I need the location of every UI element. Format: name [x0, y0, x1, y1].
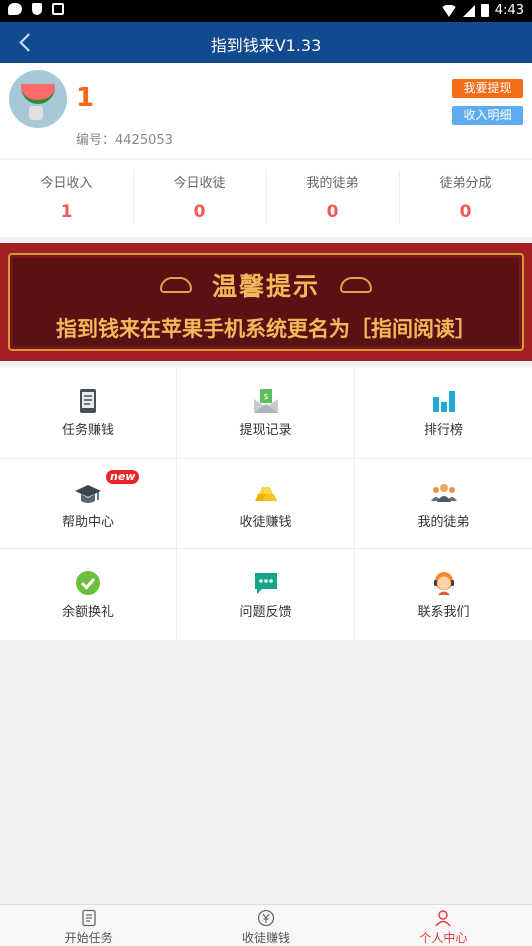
bar-chart-icon — [432, 391, 455, 412]
menu-item-label: 联系我们 — [417, 605, 470, 620]
stats-bar: 今日收入 1 今日收徒 0 我的徒弟 0 徒弟分成 0 — [0, 159, 532, 237]
check-badge-icon — [76, 571, 100, 595]
tab-label: 收徒赚钱 — [241, 931, 290, 945]
stat-today-income: 今日收入 1 — [0, 160, 133, 237]
status-icons-right: 4:43 — [440, 3, 524, 18]
stat-my-disciples: 我的徒弟 0 — [266, 160, 399, 237]
menu-grid: 任务赚钱 $ 提现记录 排行榜 new 帮助中心 收徒赚钱 我的徒弟 余额换礼 … — [0, 367, 532, 641]
notice-banner[interactable]: 温馨提示 指到钱来在苹果手机系统更名为［指间阅读］ — [0, 243, 532, 361]
menu-item-my-disciples[interactable]: 我的徒弟 — [355, 459, 532, 549]
graduation-cap-icon — [75, 485, 101, 503]
stat-label: 徒弟分成 — [439, 176, 492, 191]
user-name: 1 — [76, 83, 95, 113]
watermelon-image — [21, 84, 55, 104]
support-agent-icon — [433, 572, 454, 595]
menu-item-label: 任务赚钱 — [61, 423, 114, 438]
banner-title: 温馨提示 — [211, 272, 320, 301]
stat-label: 今日收徒 — [173, 176, 226, 191]
stat-value: 1 — [60, 202, 73, 222]
menu-item-withdraw-records[interactable]: $ 提现记录 — [177, 367, 355, 459]
bottom-nav: 开始任务 收徒赚钱 个人中心 — [0, 904, 532, 946]
banner-subtitle: 指到钱来在苹果手机系统更名为［指间阅读］ — [56, 317, 476, 341]
gold-bars-icon — [254, 487, 277, 501]
withdraw-button[interactable]: 我要提现 — [452, 79, 523, 98]
signal-icon — [462, 4, 475, 17]
menu-item-label: 排行榜 — [423, 423, 463, 438]
wechat-icon — [8, 3, 22, 15]
document-icon — [82, 909, 96, 927]
stat-value: 0 — [193, 202, 206, 222]
menu-item-label: 帮助中心 — [61, 515, 114, 530]
status-bar: 4:43 — [0, 0, 532, 22]
stat-value: 0 — [326, 202, 339, 222]
stat-label: 今日收入 — [40, 176, 93, 191]
stat-value: 0 — [459, 202, 472, 222]
user-id: 编号：4425053 — [76, 133, 173, 148]
menu-item-leaderboard[interactable]: 排行榜 — [355, 367, 532, 459]
menu-item-label: 我的徒弟 — [417, 515, 470, 530]
profile-card: 1 编号：4425053 我要提现 收入明细 — [0, 63, 532, 158]
battery-icon — [480, 4, 489, 17]
chat-bubble-icon — [254, 573, 277, 594]
tab-personal-center[interactable]: 个人中心 — [355, 905, 532, 946]
menu-item-label: 问题反馈 — [239, 605, 292, 620]
app-header: 指到钱来V1.33 — [0, 22, 532, 63]
svg-text:$: $ — [263, 392, 268, 401]
tab-label: 个人中心 — [419, 931, 468, 945]
menu-item-label: 提现记录 — [239, 423, 292, 438]
status-icons-left — [8, 3, 64, 15]
menu-item-balance-gift[interactable]: 余额换礼 — [0, 549, 177, 641]
banner-frame: 温馨提示 指到钱来在苹果手机系统更名为［指间阅读］ — [8, 253, 524, 351]
stat-label: 我的徒弟 — [306, 176, 359, 191]
income-detail-button[interactable]: 收入明细 — [452, 106, 523, 125]
menu-item-label: 余额换礼 — [61, 605, 114, 620]
new-badge: new — [106, 470, 140, 484]
people-icon — [430, 484, 457, 502]
menu-item-feedback[interactable]: 问题反馈 — [177, 549, 355, 641]
menu-item-help-center[interactable]: new 帮助中心 — [0, 459, 177, 549]
wifi-icon — [440, 4, 457, 17]
tab-recruit-earn[interactable]: 收徒赚钱 — [177, 905, 354, 946]
yuan-coin-icon — [257, 909, 275, 927]
stat-today-disciples: 今日收徒 0 — [133, 160, 266, 237]
page-title: 指到钱来V1.33 — [210, 36, 322, 55]
stat-disciple-share: 徒弟分成 0 — [399, 160, 532, 237]
avatar[interactable] — [9, 70, 67, 128]
tab-label: 开始任务 — [64, 931, 113, 945]
menu-item-label: 收徒赚钱 — [239, 515, 292, 530]
a-app-icon — [52, 3, 64, 15]
money-envelope-icon: $ — [253, 389, 278, 413]
menu-item-contact-us[interactable]: 联系我们 — [355, 549, 532, 641]
person-icon — [435, 910, 451, 927]
tab-start-task[interactable]: 开始任务 — [0, 905, 177, 946]
shield-icon — [32, 3, 42, 15]
hand-image — [29, 106, 43, 120]
tablet-icon — [80, 389, 96, 413]
status-time: 4:43 — [494, 3, 524, 18]
menu-item-recruit-earn[interactable]: 收徒赚钱 — [177, 459, 355, 549]
menu-item-task-earn[interactable]: 任务赚钱 — [0, 367, 177, 459]
